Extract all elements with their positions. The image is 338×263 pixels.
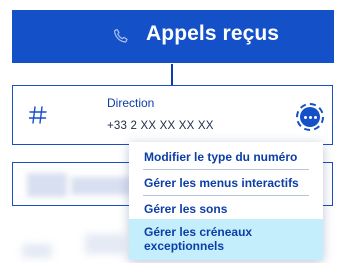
card-number: +33 2 XX XX XX XX [107,120,214,132]
menu-item-manage-ivr[interactable]: Gérer les menus interactifs [129,176,323,190]
card-name: Direction [107,96,155,110]
calls-received-header: Appels reçus [12,10,334,63]
menu-divider [143,169,309,170]
header-title: Appels reçus [146,22,280,45]
blurred-content [27,173,67,197]
menu-item-modify-number-type[interactable]: Modifier le type du numéro [129,150,323,164]
options-menu: Modifier le type du numéro Gérer les men… [129,142,323,260]
hash-icon [28,106,47,124]
blurred-content [22,244,52,258]
menu-divider [143,195,309,196]
phone-icon [114,28,128,43]
menu-item-manage-exceptional-slots[interactable]: Gérer les créneaux exceptionnels [129,219,323,260]
number-card[interactable]: Direction +33 2 XX XX XX XX [12,85,333,145]
blurred-content [71,177,131,195]
flow-connector [171,64,173,85]
more-options-button[interactable] [296,103,324,131]
blurred-content [85,234,125,254]
menu-item-manage-sounds[interactable]: Gérer les sons [129,202,323,216]
more-dots-icon [300,107,320,127]
